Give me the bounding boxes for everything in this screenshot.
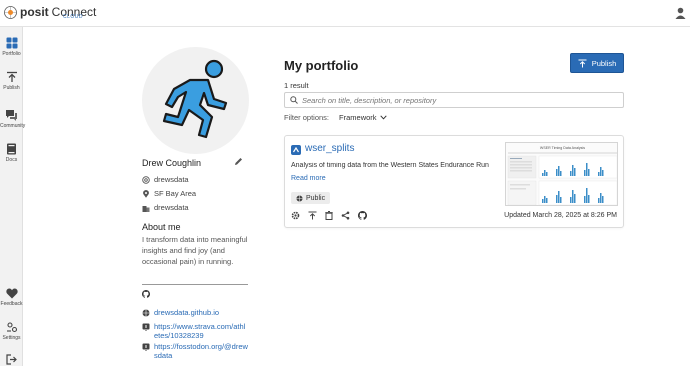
publish-button[interactable]: Publish bbox=[570, 53, 624, 73]
read-more-link[interactable]: Read more bbox=[291, 175, 326, 182]
profile-location-row: SF Bay Area bbox=[142, 189, 196, 198]
sidebar-item-label: Portfolio bbox=[2, 51, 21, 57]
sidebar-item-publish[interactable]: Publish bbox=[0, 71, 23, 91]
upload-icon bbox=[6, 71, 17, 82]
profile-link-text[interactable]: https://www.strava.com/athletes/10328239 bbox=[154, 322, 249, 340]
profile-link-text[interactable]: https://fosstodon.org/@drewsdata bbox=[154, 342, 249, 360]
sidebar-item-label: Settings bbox=[2, 335, 21, 341]
sidebar-item-label: Docs bbox=[5, 157, 18, 163]
globe-icon bbox=[142, 309, 150, 317]
sidebar-item-label: Feedback bbox=[0, 301, 23, 307]
filter-row: Filter options: Framework bbox=[284, 113, 387, 122]
profile-link-text[interactable]: drewsdata.github.io bbox=[154, 308, 249, 317]
profile-name: Drew Coughlin bbox=[142, 158, 202, 168]
profile-organization-row: drewsdata bbox=[142, 203, 189, 212]
sidebar-item-label: Publish bbox=[3, 85, 20, 91]
at-sign-icon bbox=[142, 175, 150, 184]
sidebar-item-portfolio[interactable]: Portfolio bbox=[0, 37, 23, 57]
settings-gear-icon[interactable] bbox=[291, 211, 300, 220]
top-bar: posit Connect CLOUD bbox=[0, 0, 690, 27]
globe-icon bbox=[296, 194, 303, 202]
search-box[interactable] bbox=[284, 92, 624, 108]
grid-icon bbox=[6, 37, 17, 49]
location-pin-icon bbox=[143, 189, 149, 198]
content-title-link[interactable]: wser_splits bbox=[305, 143, 354, 154]
republish-icon[interactable] bbox=[308, 211, 317, 220]
content-description: Analysis of timing data from the Western… bbox=[291, 162, 489, 169]
sidebar-item-settings[interactable]: Settings bbox=[0, 322, 23, 341]
building-icon bbox=[142, 205, 150, 212]
profile-link-fosstodon[interactable]: https://fosstodon.org/@drewsdata bbox=[142, 342, 249, 360]
avatar bbox=[142, 47, 249, 154]
settings-icon bbox=[6, 322, 17, 333]
link-badge-icon bbox=[142, 323, 150, 331]
sidebar-item-feedback[interactable]: Feedback bbox=[0, 288, 23, 307]
chevron-down-icon bbox=[379, 115, 387, 120]
heart-icon bbox=[5, 288, 18, 299]
share-icon[interactable] bbox=[341, 211, 350, 220]
sidebar-item-community[interactable]: Community bbox=[0, 109, 26, 129]
visibility-badge: Public bbox=[291, 192, 331, 204]
profile-username: drewsdata bbox=[154, 175, 189, 184]
about-heading: About me bbox=[142, 222, 181, 232]
framework-filter-value: Framework bbox=[339, 113, 377, 122]
about-text: I transform data into meaningful insight… bbox=[142, 235, 248, 266]
content-thumbnail[interactable]: WSER Timing Data Analysis bbox=[505, 142, 618, 206]
link-badge-icon bbox=[142, 343, 150, 351]
updated-timestamp: Updated March 28, 2025 at 8:26 PM bbox=[504, 212, 617, 219]
visibility-label: Public bbox=[306, 194, 326, 202]
profile-link-website[interactable]: drewsdata.github.io bbox=[142, 308, 249, 317]
profile-location: SF Bay Area bbox=[154, 189, 197, 198]
trash-icon[interactable] bbox=[325, 211, 333, 220]
posit-logo-icon bbox=[4, 6, 17, 19]
card-actions bbox=[291, 211, 367, 220]
logout-icon bbox=[6, 354, 17, 365]
chat-icon bbox=[6, 110, 17, 121]
sidebar-item-label: Community bbox=[0, 123, 26, 129]
github-icon[interactable] bbox=[142, 290, 150, 298]
product-subtitle: CLOUD bbox=[63, 14, 84, 20]
sidebar-item-docs[interactable]: Docs bbox=[0, 143, 23, 163]
upload-icon bbox=[578, 59, 587, 67]
book-icon bbox=[7, 143, 16, 155]
search-icon bbox=[290, 96, 298, 104]
app-type-icon bbox=[291, 145, 301, 155]
page-title: My portfolio bbox=[284, 58, 359, 73]
github-icon[interactable] bbox=[358, 211, 367, 220]
user-account-icon[interactable] bbox=[675, 7, 686, 19]
search-input[interactable] bbox=[302, 95, 602, 105]
profile-username-row: drewsdata bbox=[142, 175, 189, 184]
content-card[interactable]: wser_splits Analysis of timing data from… bbox=[284, 135, 624, 228]
sidebar-item-logout[interactable] bbox=[0, 354, 23, 365]
profile-organization: drewsdata bbox=[154, 203, 189, 212]
running-person-icon bbox=[162, 59, 228, 139]
dashboard-thumbnail-image: WSER Timing Data Analysis bbox=[506, 143, 617, 205]
profile-link-strava[interactable]: https://www.strava.com/athletes/10328239 bbox=[142, 322, 249, 340]
result-count: 1 result bbox=[284, 81, 309, 90]
profile-divider bbox=[142, 284, 248, 285]
thumbnail-title: WSER Timing Data Analysis bbox=[540, 146, 585, 150]
publish-button-label: Publish bbox=[591, 58, 617, 68]
edit-pencil-icon[interactable] bbox=[234, 157, 243, 166]
brand-name: posit bbox=[20, 5, 49, 19]
sidebar-nav: Portfolio Publish Community Docs Feedbac… bbox=[0, 27, 26, 366]
framework-filter-dropdown[interactable]: Framework bbox=[339, 113, 387, 122]
filter-label: Filter options: bbox=[284, 113, 330, 122]
